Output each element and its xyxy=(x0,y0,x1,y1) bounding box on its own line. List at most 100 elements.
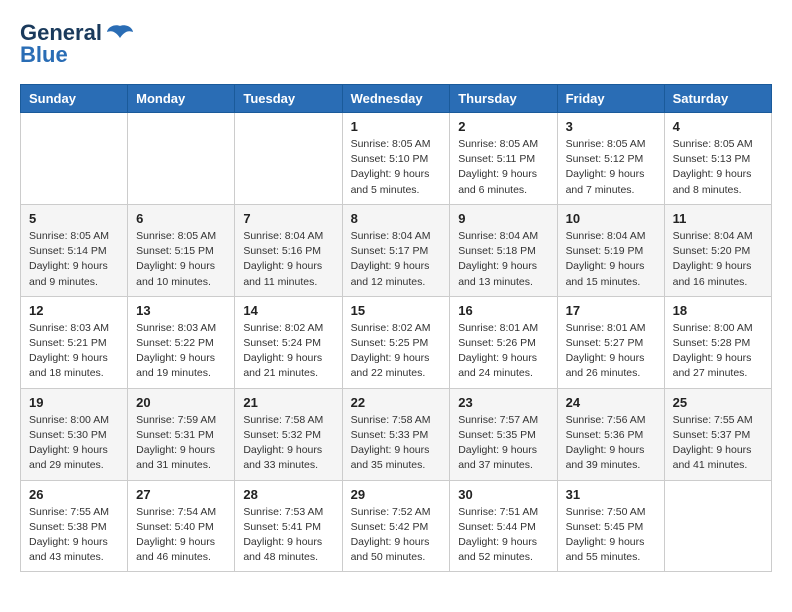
day-number: 5 xyxy=(29,211,119,226)
day-number: 30 xyxy=(458,487,548,502)
day-number: 15 xyxy=(351,303,442,318)
calendar-cell: 26 Sunrise: 7:55 AM Sunset: 5:38 PM Dayli… xyxy=(21,480,128,572)
day-number: 1 xyxy=(351,119,442,134)
day-info: Sunrise: 8:05 AM Sunset: 5:13 PM Dayligh… xyxy=(673,137,763,198)
day-number: 18 xyxy=(673,303,763,318)
day-header-sunday: Sunday xyxy=(21,85,128,113)
calendar-cell: 12 Sunrise: 8:03 AM Sunset: 5:21 PM Dayli… xyxy=(21,296,128,388)
day-header-thursday: Thursday xyxy=(450,85,557,113)
calendar-cell: 27 Sunrise: 7:54 AM Sunset: 5:40 PM Dayli… xyxy=(128,480,235,572)
calendar-cell: 31 Sunrise: 7:50 AM Sunset: 5:45 PM Dayli… xyxy=(557,480,664,572)
day-number: 14 xyxy=(243,303,333,318)
day-number: 28 xyxy=(243,487,333,502)
day-number: 29 xyxy=(351,487,442,502)
day-info: Sunrise: 8:03 AM Sunset: 5:21 PM Dayligh… xyxy=(29,321,119,382)
day-number: 19 xyxy=(29,395,119,410)
day-number: 17 xyxy=(566,303,656,318)
day-info: Sunrise: 7:53 AM Sunset: 5:41 PM Dayligh… xyxy=(243,505,333,566)
day-number: 11 xyxy=(673,211,763,226)
day-info: Sunrise: 8:05 AM Sunset: 5:11 PM Dayligh… xyxy=(458,137,548,198)
logo-text-blue: Blue xyxy=(20,42,68,68)
calendar-cell: 28 Sunrise: 7:53 AM Sunset: 5:41 PM Dayli… xyxy=(235,480,342,572)
calendar-cell: 13 Sunrise: 8:03 AM Sunset: 5:22 PM Dayli… xyxy=(128,296,235,388)
calendar-cell: 16Sunrise: 8:01 AM Sunset: 5:26 PM Dayli… xyxy=(450,296,557,388)
calendar-cell xyxy=(21,113,128,205)
calendar-cell: 19 Sunrise: 8:00 AM Sunset: 5:30 PM Dayli… xyxy=(21,388,128,480)
day-number: 2 xyxy=(458,119,548,134)
calendar-cell: 11 Sunrise: 8:04 AM Sunset: 5:20 PM Dayli… xyxy=(664,204,771,296)
calendar-cell xyxy=(128,113,235,205)
day-number: 12 xyxy=(29,303,119,318)
day-number: 21 xyxy=(243,395,333,410)
day-info: Sunrise: 8:05 AM Sunset: 5:14 PM Dayligh… xyxy=(29,229,119,290)
calendar-week-4: 19 Sunrise: 8:00 AM Sunset: 5:30 PM Dayli… xyxy=(21,388,772,480)
calendar-cell: 2 Sunrise: 8:05 AM Sunset: 5:11 PM Daylig… xyxy=(450,113,557,205)
day-number: 10 xyxy=(566,211,656,226)
day-header-wednesday: Wednesday xyxy=(342,85,450,113)
day-info: Sunrise: 7:57 AM Sunset: 5:35 PM Dayligh… xyxy=(458,413,548,474)
calendar-cell: 25 Sunrise: 7:55 AM Sunset: 5:37 PM Dayli… xyxy=(664,388,771,480)
calendar-cell: 17 Sunrise: 8:01 AM Sunset: 5:27 PM Dayli… xyxy=(557,296,664,388)
calendar-header-row: SundayMondayTuesdayWednesdayThursdayFrid… xyxy=(21,85,772,113)
calendar-table: SundayMondayTuesdayWednesdayThursdayFrid… xyxy=(20,84,772,572)
day-header-saturday: Saturday xyxy=(664,85,771,113)
day-number: 27 xyxy=(136,487,226,502)
day-number: 6 xyxy=(136,211,226,226)
calendar-cell: 5 Sunrise: 8:05 AM Sunset: 5:14 PM Daylig… xyxy=(21,204,128,296)
day-info: Sunrise: 8:04 AM Sunset: 5:20 PM Dayligh… xyxy=(673,229,763,290)
calendar-cell: 18 Sunrise: 8:00 AM Sunset: 5:28 PM Dayli… xyxy=(664,296,771,388)
calendar-cell: 20 Sunrise: 7:59 AM Sunset: 5:31 PM Dayli… xyxy=(128,388,235,480)
calendar-cell: 21 Sunrise: 7:58 AM Sunset: 5:32 PM Dayli… xyxy=(235,388,342,480)
calendar-cell: 6 Sunrise: 8:05 AM Sunset: 5:15 PM Daylig… xyxy=(128,204,235,296)
logo: General Blue xyxy=(20,20,134,68)
day-number: 25 xyxy=(673,395,763,410)
day-number: 20 xyxy=(136,395,226,410)
day-number: 9 xyxy=(458,211,548,226)
day-info: Sunrise: 8:04 AM Sunset: 5:17 PM Dayligh… xyxy=(351,229,442,290)
calendar-cell: 22Sunrise: 7:58 AM Sunset: 5:33 PM Dayli… xyxy=(342,388,450,480)
day-number: 24 xyxy=(566,395,656,410)
day-info: Sunrise: 7:50 AM Sunset: 5:45 PM Dayligh… xyxy=(566,505,656,566)
day-info: Sunrise: 7:55 AM Sunset: 5:38 PM Dayligh… xyxy=(29,505,119,566)
calendar-cell: 14 Sunrise: 8:02 AM Sunset: 5:24 PM Dayli… xyxy=(235,296,342,388)
page-header: General Blue xyxy=(20,20,772,68)
day-info: Sunrise: 7:52 AM Sunset: 5:42 PM Dayligh… xyxy=(351,505,442,566)
calendar-week-1: 1Sunrise: 8:05 AM Sunset: 5:10 PM Daylig… xyxy=(21,113,772,205)
day-info: Sunrise: 7:59 AM Sunset: 5:31 PM Dayligh… xyxy=(136,413,226,474)
day-info: Sunrise: 8:02 AM Sunset: 5:24 PM Dayligh… xyxy=(243,321,333,382)
day-info: Sunrise: 7:58 AM Sunset: 5:33 PM Dayligh… xyxy=(351,413,442,474)
calendar-cell: 15Sunrise: 8:02 AM Sunset: 5:25 PM Dayli… xyxy=(342,296,450,388)
day-number: 13 xyxy=(136,303,226,318)
calendar-cell: 23 Sunrise: 7:57 AM Sunset: 5:35 PM Dayli… xyxy=(450,388,557,480)
calendar-week-3: 12 Sunrise: 8:03 AM Sunset: 5:21 PM Dayli… xyxy=(21,296,772,388)
calendar-cell xyxy=(664,480,771,572)
calendar-cell: 7 Sunrise: 8:04 AM Sunset: 5:16 PM Daylig… xyxy=(235,204,342,296)
day-info: Sunrise: 7:54 AM Sunset: 5:40 PM Dayligh… xyxy=(136,505,226,566)
day-info: Sunrise: 8:00 AM Sunset: 5:28 PM Dayligh… xyxy=(673,321,763,382)
day-header-tuesday: Tuesday xyxy=(235,85,342,113)
day-info: Sunrise: 8:00 AM Sunset: 5:30 PM Dayligh… xyxy=(29,413,119,474)
day-number: 3 xyxy=(566,119,656,134)
day-info: Sunrise: 8:05 AM Sunset: 5:12 PM Dayligh… xyxy=(566,137,656,198)
day-info: Sunrise: 7:58 AM Sunset: 5:32 PM Dayligh… xyxy=(243,413,333,474)
calendar-cell: 24Sunrise: 7:56 AM Sunset: 5:36 PM Dayli… xyxy=(557,388,664,480)
day-info: Sunrise: 8:04 AM Sunset: 5:18 PM Dayligh… xyxy=(458,229,548,290)
day-info: Sunrise: 8:04 AM Sunset: 5:16 PM Dayligh… xyxy=(243,229,333,290)
calendar-cell xyxy=(235,113,342,205)
day-number: 23 xyxy=(458,395,548,410)
day-info: Sunrise: 8:04 AM Sunset: 5:19 PM Dayligh… xyxy=(566,229,656,290)
day-number: 26 xyxy=(29,487,119,502)
calendar-week-5: 26 Sunrise: 7:55 AM Sunset: 5:38 PM Dayli… xyxy=(21,480,772,572)
day-info: Sunrise: 8:01 AM Sunset: 5:27 PM Dayligh… xyxy=(566,321,656,382)
day-info: Sunrise: 7:55 AM Sunset: 5:37 PM Dayligh… xyxy=(673,413,763,474)
day-number: 4 xyxy=(673,119,763,134)
calendar-cell: 1Sunrise: 8:05 AM Sunset: 5:10 PM Daylig… xyxy=(342,113,450,205)
day-info: Sunrise: 8:03 AM Sunset: 5:22 PM Dayligh… xyxy=(136,321,226,382)
calendar-cell: 3 Sunrise: 8:05 AM Sunset: 5:12 PM Daylig… xyxy=(557,113,664,205)
calendar-cell: 10 Sunrise: 8:04 AM Sunset: 5:19 PM Dayli… xyxy=(557,204,664,296)
logo-bird-icon xyxy=(106,24,134,42)
day-number: 31 xyxy=(566,487,656,502)
day-info: Sunrise: 8:05 AM Sunset: 5:15 PM Dayligh… xyxy=(136,229,226,290)
day-number: 7 xyxy=(243,211,333,226)
calendar-cell: 4 Sunrise: 8:05 AM Sunset: 5:13 PM Daylig… xyxy=(664,113,771,205)
